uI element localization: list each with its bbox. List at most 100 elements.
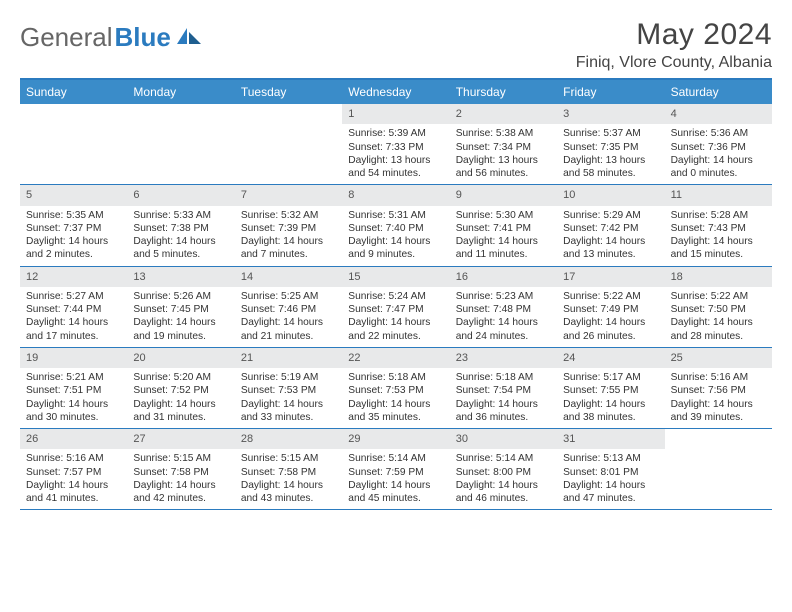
sunrise-line: Sunrise: 5:14 AM: [348, 452, 443, 465]
day-details: Sunrise: 5:15 AMSunset: 7:58 PMDaylight:…: [127, 449, 234, 509]
sunrise-line: Sunrise: 5:32 AM: [241, 209, 336, 222]
day-cell: [127, 104, 234, 184]
week-row: 26 Sunrise: 5:16 AMSunset: 7:57 PM Dayligh…: [20, 429, 772, 510]
day-cell: 7Sunrise: 5:32 AMSunset: 7:39 PMDaylight…: [235, 185, 342, 265]
daylight-line: Daylight: 13 hours and 58 minutes.: [563, 154, 658, 181]
daylight-line: Daylight: 14 hours and 7 minutes.: [241, 235, 336, 262]
day-cell: 10Sunrise: 5:29 AMSunset: 7:42 PMDayligh…: [557, 185, 664, 265]
day-number: 31: [557, 429, 664, 449]
day-details: Sunrise: 5:36 AMSunset: 7:36 PMDaylight:…: [665, 124, 772, 184]
day-number: 26: [20, 429, 127, 449]
sunrise-line: Sunrise: 5:16 AM: [26, 452, 121, 465]
sunset-line: Sunset: 8:01 PM: [563, 466, 658, 479]
sunset-line: Sunset: 7:59 PM: [348, 466, 443, 479]
day-number: 21: [235, 348, 342, 368]
day-cell: 11Sunrise: 5:28 AMSunset: 7:43 PMDayligh…: [665, 185, 772, 265]
week-row: 5Sunrise: 5:35 AMSunset: 7:37 PMDaylight…: [20, 185, 772, 266]
sunrise-line: Sunrise: 5:37 AM: [563, 127, 658, 140]
sunset-line: Sunset: 7:48 PM: [456, 303, 551, 316]
day-details: Sunrise: 5:13 AMSunset: 8:01 PMDaylight:…: [557, 449, 664, 509]
day-details: Sunrise: 5:14 AMSunset: 7:59 PMDaylight:…: [342, 449, 449, 509]
day-cell: 20Sunrise: 5:20 AMSunset: 7:52 PMDayligh…: [127, 348, 234, 428]
sunset-line: Sunset: 7:57 PM: [26, 466, 121, 479]
dayname-monday: Monday: [127, 80, 234, 104]
day-cell: 5Sunrise: 5:35 AMSunset: 7:37 PMDaylight…: [20, 185, 127, 265]
calendar: SundayMondayTuesdayWednesdayThursdayFrid…: [20, 78, 772, 510]
day-number: 7: [235, 185, 342, 205]
day-cell: 15Sunrise: 5:24 AMSunset: 7:47 PMDayligh…: [342, 267, 449, 347]
day-cell: 6Sunrise: 5:33 AMSunset: 7:38 PMDaylight…: [127, 185, 234, 265]
sunset-line: Sunset: 7:38 PM: [133, 222, 228, 235]
day-details: Sunrise: 5:22 AMSunset: 7:50 PMDaylight:…: [665, 287, 772, 347]
day-number: 15: [342, 267, 449, 287]
sunrise-line: Sunrise: 5:35 AM: [26, 209, 121, 222]
sunset-line: Sunset: 7:49 PM: [563, 303, 658, 316]
sunset-line: Sunset: 7:35 PM: [563, 141, 658, 154]
sunset-line: Sunset: 7:47 PM: [348, 303, 443, 316]
day-number: 13: [127, 267, 234, 287]
sunrise-line: Sunrise: 5:38 AM: [456, 127, 551, 140]
day-cell: 3Sunrise: 5:37 AMSunset: 7:35 PMDaylight…: [557, 104, 664, 184]
day-details: Sunrise: 5:16 AMSunset: 7:56 PMDaylight:…: [665, 368, 772, 428]
day-details: Sunrise: 5:39 AMSunset: 7:33 PMDaylight:…: [342, 124, 449, 184]
brand-logo: GeneralBlue: [20, 18, 203, 53]
daylight-line: Daylight: 13 hours and 56 minutes.: [456, 154, 551, 181]
sunset-line: Sunset: 7:53 PM: [241, 384, 336, 397]
daylight-line: Daylight: 14 hours and 0 minutes.: [671, 154, 766, 181]
day-details: Sunrise: 5:18 AMSunset: 7:54 PMDaylight:…: [450, 368, 557, 428]
day-details: Sunrise: 5:21 AMSunset: 7:51 PMDaylight:…: [20, 368, 127, 428]
day-details: Sunrise: 5:24 AMSunset: 7:47 PMDaylight:…: [342, 287, 449, 347]
daylight-line: Daylight: 14 hours and 45 minutes.: [348, 479, 443, 506]
day-details: Sunrise: 5:20 AMSunset: 7:52 PMDaylight:…: [127, 368, 234, 428]
dayname-thursday: Thursday: [450, 80, 557, 104]
day-cell: 8Sunrise: 5:31 AMSunset: 7:40 PMDaylight…: [342, 185, 449, 265]
sunrise-line: Sunrise: 5:18 AM: [348, 371, 443, 384]
sunset-line: Sunset: 8:00 PM: [456, 466, 551, 479]
sunrise-line: Sunrise: 5:30 AM: [456, 209, 551, 222]
daylight-line: Daylight: 14 hours and 21 minutes.: [241, 316, 336, 343]
day-cell: 17Sunrise: 5:22 AMSunset: 7:49 PMDayligh…: [557, 267, 664, 347]
day-number: 30: [450, 429, 557, 449]
day-number: 5: [20, 185, 127, 205]
sunset-line: Sunset: 7:34 PM: [456, 141, 551, 154]
day-number: 10: [557, 185, 664, 205]
day-cell: 29Sunrise: 5:14 AMSunset: 7:59 PMDayligh…: [342, 429, 449, 509]
day-number: 8: [342, 185, 449, 205]
day-cell: 4Sunrise: 5:36 AMSunset: 7:36 PMDaylight…: [665, 104, 772, 184]
daylight-line: Daylight: 14 hours and 43 minutes.: [241, 479, 336, 506]
day-cell: 18Sunrise: 5:22 AMSunset: 7:50 PMDayligh…: [665, 267, 772, 347]
day-details: Sunrise: 5:29 AMSunset: 7:42 PMDaylight:…: [557, 206, 664, 266]
day-number: 27: [127, 429, 234, 449]
day-details: Sunrise: 5:30 AMSunset: 7:41 PMDaylight:…: [450, 206, 557, 266]
sunset-line: Sunset: 7:44 PM: [26, 303, 121, 316]
sunset-line: Sunset: 7:33 PM: [348, 141, 443, 154]
daylight-line: Daylight: 14 hours and 13 minutes.: [563, 235, 658, 262]
sunrise-line: Sunrise: 5:20 AM: [133, 371, 228, 384]
day-number: 18: [665, 267, 772, 287]
day-details: Sunrise: 5:18 AMSunset: 7:53 PMDaylight:…: [342, 368, 449, 428]
day-number: 1: [342, 104, 449, 124]
day-cell: 19Sunrise: 5:21 AMSunset: 7:51 PMDayligh…: [20, 348, 127, 428]
daylight-line: Daylight: 14 hours and 24 minutes.: [456, 316, 551, 343]
dayname-friday: Friday: [557, 80, 664, 104]
day-number: 25: [665, 348, 772, 368]
daylight-line: Daylight: 14 hours and 39 minutes.: [671, 398, 766, 425]
day-details: Sunrise: 5:27 AMSunset: 7:44 PMDaylight:…: [20, 287, 127, 347]
day-details: Sunrise: 5:15 AMSunset: 7:58 PMDaylight:…: [235, 449, 342, 509]
weeks-grid: 1Sunrise: 5:39 AMSunset: 7:33 PMDaylight…: [20, 104, 772, 510]
daylight-line: Daylight: 14 hours and 47 minutes.: [563, 479, 658, 506]
daylight-line: Daylight: 13 hours and 54 minutes.: [348, 154, 443, 181]
sunrise-line: Sunrise: 5:16 AM: [671, 371, 766, 384]
daylight-line: Daylight: 14 hours and 2 minutes.: [26, 235, 121, 262]
daylight-line: Daylight: 14 hours and 28 minutes.: [671, 316, 766, 343]
dayname-tuesday: Tuesday: [235, 80, 342, 104]
day-details: Sunrise: 5:32 AMSunset: 7:39 PMDaylight:…: [235, 206, 342, 266]
day-number: 22: [342, 348, 449, 368]
day-details: Sunrise: 5:31 AMSunset: 7:40 PMDaylight:…: [342, 206, 449, 266]
daylight-line: Daylight: 14 hours and 36 minutes.: [456, 398, 551, 425]
day-cell: 21Sunrise: 5:19 AMSunset: 7:53 PMDayligh…: [235, 348, 342, 428]
brand-part2: Blue: [115, 22, 171, 53]
day-details: Sunrise: 5:19 AMSunset: 7:53 PMDaylight:…: [235, 368, 342, 428]
daylight-line: Daylight: 14 hours and 17 minutes.: [26, 316, 121, 343]
day-number: 4: [665, 104, 772, 124]
